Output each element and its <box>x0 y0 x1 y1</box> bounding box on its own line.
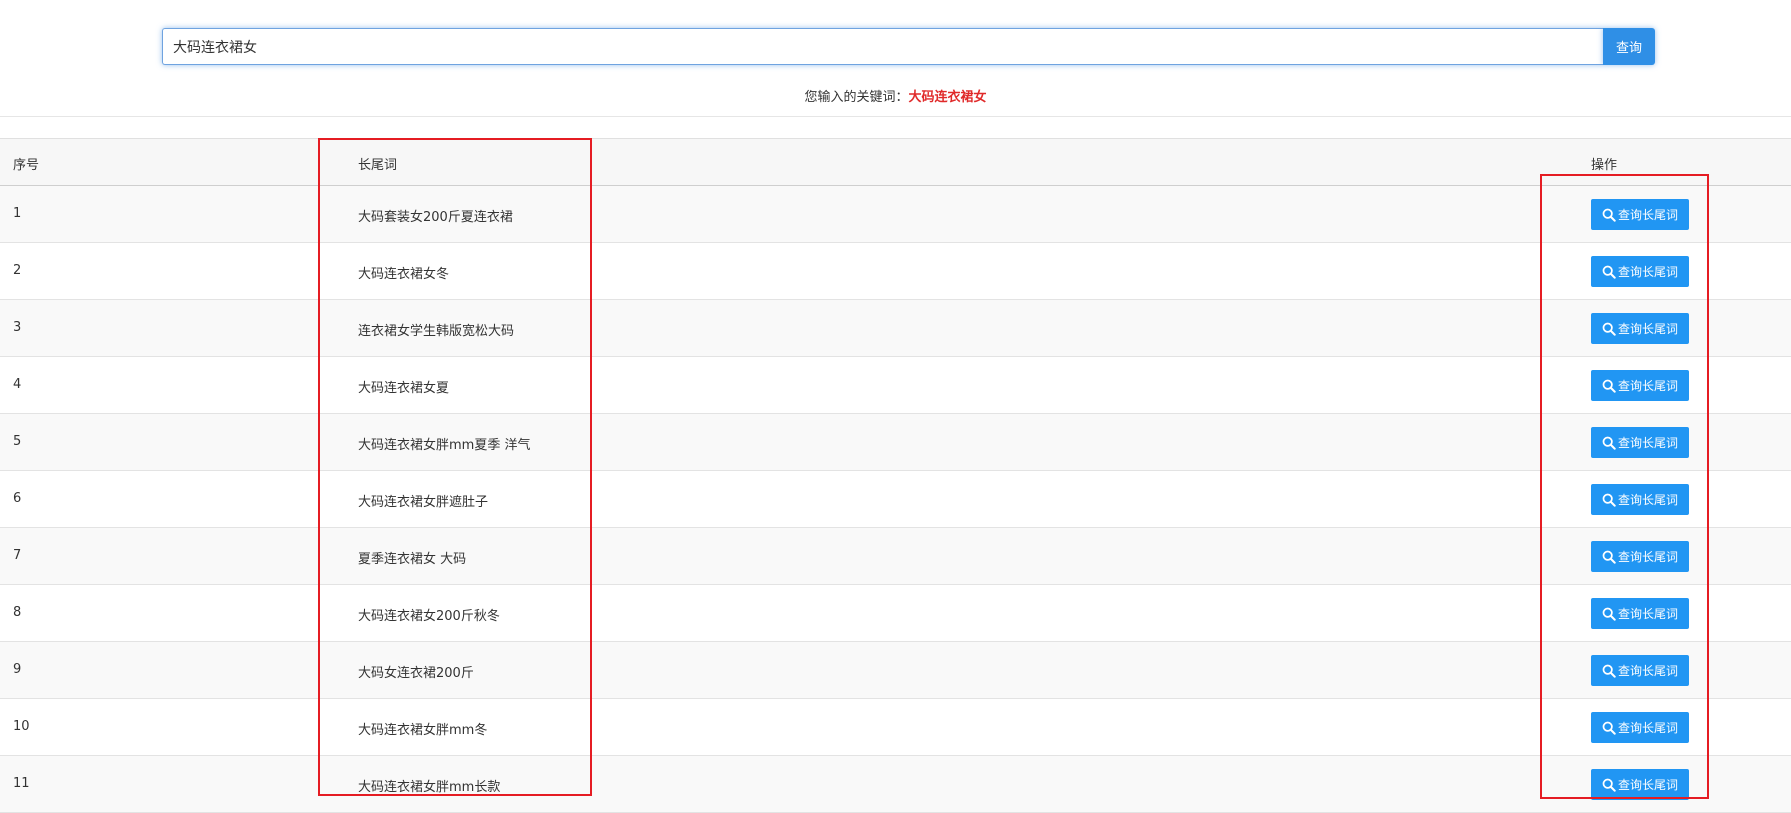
search-icon <box>1602 664 1616 678</box>
row-index: 10 <box>13 719 30 734</box>
divider <box>0 116 1791 117</box>
row-index: 3 <box>13 320 22 335</box>
query-longtail-label: 查询长尾词 <box>1617 379 1678 393</box>
query-longtail-button[interactable]: 查询长尾词 <box>1591 427 1689 458</box>
row-longtail-word: 大码连衣裙女200斤秋冬 <box>358 609 500 624</box>
table-row: 2 大码连衣裙女冬 查询长尾词 <box>0 243 1791 300</box>
row-longtail-word: 大码连衣裙女胖mm夏季 洋气 <box>358 438 531 453</box>
query-longtail-button[interactable]: 查询长尾词 <box>1591 484 1689 515</box>
keyword-prefix: 您输入的关键词： <box>804 90 909 105</box>
row-longtail-word: 连衣裙女学生韩版宽松大码 <box>358 324 515 339</box>
search-icon <box>1602 208 1616 222</box>
search-icon <box>1602 265 1616 279</box>
row-longtail-word: 大码套装女200斤夏连衣裙 <box>358 210 513 225</box>
search-icon <box>1602 607 1616 621</box>
search-icon <box>1602 778 1616 792</box>
query-longtail-label: 查询长尾词 <box>1617 208 1678 222</box>
table-row: 11 大码连衣裙女胖mm长款 查询长尾词 <box>0 756 1791 813</box>
row-longtail-word: 夏季连衣裙女 大码 <box>358 552 467 567</box>
query-longtail-button[interactable]: 查询长尾词 <box>1591 712 1689 743</box>
row-index: 2 <box>13 263 22 278</box>
table-row: 3 连衣裙女学生韩版宽松大码 查询长尾词 <box>0 300 1791 357</box>
row-longtail-word: 大码连衣裙女胖mm长款 <box>358 780 501 795</box>
query-longtail-button[interactable]: 查询长尾词 <box>1591 256 1689 287</box>
search-icon <box>1602 721 1616 735</box>
query-longtail-label: 查询长尾词 <box>1617 721 1678 735</box>
row-longtail-word: 大码连衣裙女夏 <box>358 381 450 396</box>
query-longtail-button[interactable]: 查询长尾词 <box>1591 313 1689 344</box>
query-longtail-label: 查询长尾词 <box>1617 265 1678 279</box>
row-longtail-word: 大码连衣裙女冬 <box>358 267 450 282</box>
row-longtail-word: 大码连衣裙女胖遮肚子 <box>358 495 489 510</box>
search-icon <box>1602 493 1616 507</box>
query-longtail-button[interactable]: 查询长尾词 <box>1591 199 1689 230</box>
query-longtail-button[interactable]: 查询长尾词 <box>1591 541 1689 572</box>
row-index: 8 <box>13 605 22 620</box>
row-index: 7 <box>13 548 22 563</box>
query-longtail-label: 查询长尾词 <box>1617 778 1678 792</box>
keyword-value: 大码连衣裙女 <box>908 90 987 105</box>
table-row: 1 大码套装女200斤夏连衣裙 查询长尾词 <box>0 186 1791 243</box>
row-longtail-word: 大码连衣裙女胖mm冬 <box>358 723 488 738</box>
row-index: 4 <box>13 377 22 392</box>
search-icon <box>1602 379 1616 393</box>
header-operation: 操作 <box>1591 158 1618 173</box>
table-row: 6 大码连衣裙女胖遮肚子 查询长尾词 <box>0 471 1791 528</box>
table-row: 5 大码连衣裙女胖mm夏季 洋气 查询长尾词 <box>0 414 1791 471</box>
query-longtail-label: 查询长尾词 <box>1617 322 1678 336</box>
search-icon <box>1602 550 1616 564</box>
header-index: 序号 <box>13 158 40 173</box>
search-input[interactable] <box>162 28 1603 65</box>
table-row: 8 大码连衣裙女200斤秋冬 查询长尾词 <box>0 585 1791 642</box>
query-longtail-label: 查询长尾词 <box>1617 493 1678 507</box>
row-index: 5 <box>13 434 22 449</box>
search-button[interactable]: 查询 <box>1603 28 1655 65</box>
row-index: 6 <box>13 491 22 506</box>
query-longtail-label: 查询长尾词 <box>1617 550 1678 564</box>
search-icon <box>1602 322 1616 336</box>
table-row: 9 大码女连衣裙200斤 查询长尾词 <box>0 642 1791 699</box>
search-bar: 查询 <box>162 28 1655 65</box>
query-longtail-label: 查询长尾词 <box>1617 436 1678 450</box>
table-header: 序号 长尾词 操作 <box>0 138 1791 186</box>
row-index: 9 <box>13 662 22 677</box>
query-longtail-button[interactable]: 查询长尾词 <box>1591 655 1689 686</box>
query-longtail-label: 查询长尾词 <box>1617 607 1678 621</box>
row-index: 1 <box>13 206 22 221</box>
table-row: 10 大码连衣裙女胖mm冬 查询长尾词 <box>0 699 1791 756</box>
results-table: 序号 长尾词 操作 1 大码套装女200斤夏连衣裙 查询长尾词 2 大码连衣裙女冬 查询长… <box>0 138 1791 813</box>
table-row: 4 大码连衣裙女夏 查询长尾词 <box>0 357 1791 414</box>
table-body: 1 大码套装女200斤夏连衣裙 查询长尾词 2 大码连衣裙女冬 查询长尾词 3 连衣裙女学生韩… <box>0 186 1791 813</box>
table-row: 7 夏季连衣裙女 大码 查询长尾词 <box>0 528 1791 585</box>
row-longtail-word: 大码女连衣裙200斤 <box>358 666 474 681</box>
query-longtail-button[interactable]: 查询长尾词 <box>1591 769 1689 800</box>
query-longtail-label: 查询长尾词 <box>1617 664 1678 678</box>
header-longtail: 长尾词 <box>358 158 398 173</box>
search-icon <box>1602 436 1616 450</box>
query-longtail-button[interactable]: 查询长尾词 <box>1591 370 1689 401</box>
query-longtail-button[interactable]: 查询长尾词 <box>1591 598 1689 629</box>
row-index: 11 <box>13 776 30 791</box>
keyword-summary: 您输入的关键词：大码连衣裙女 <box>0 86 1791 105</box>
